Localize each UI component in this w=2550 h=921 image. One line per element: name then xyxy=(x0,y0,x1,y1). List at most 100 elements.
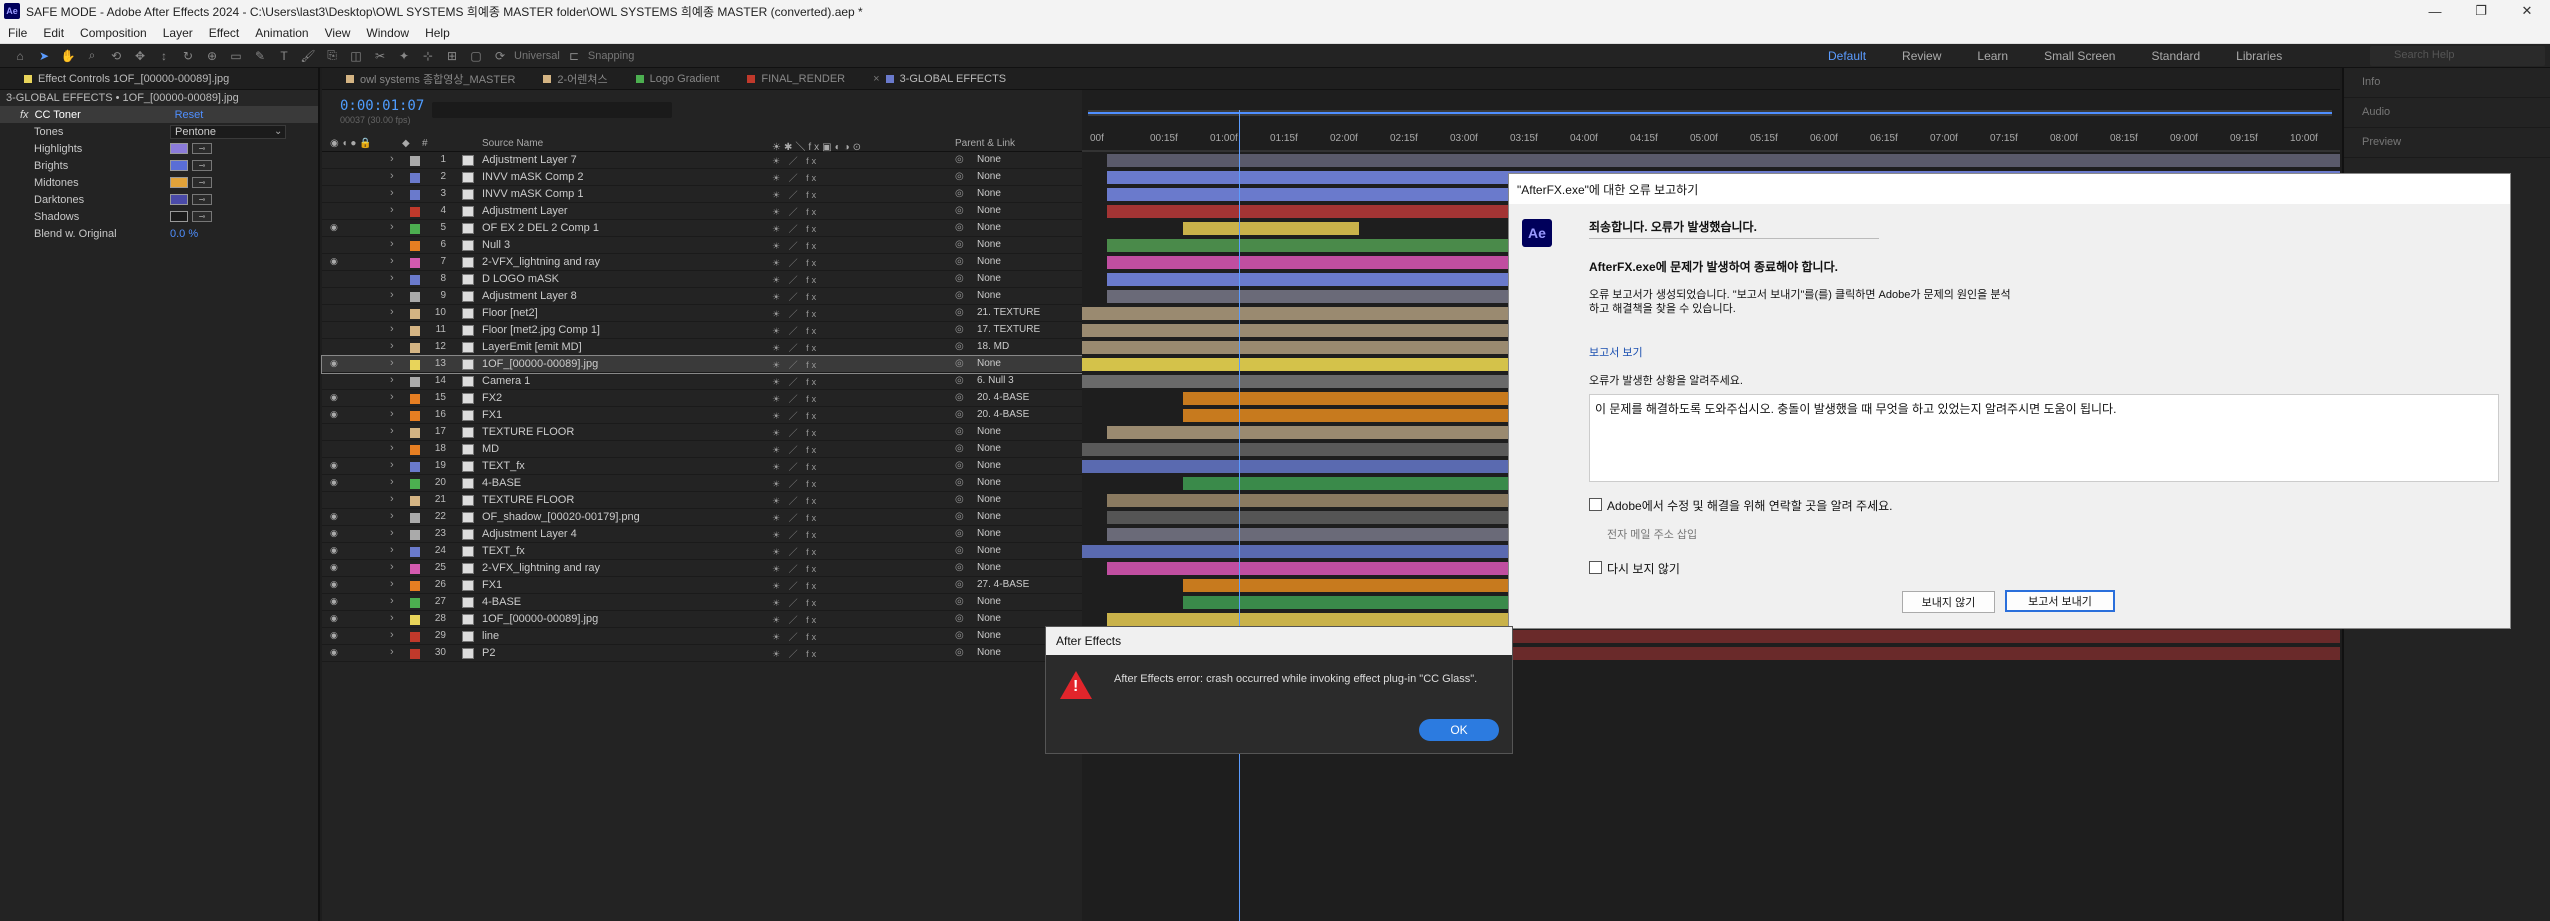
expand-chevron-icon[interactable]: › xyxy=(390,255,394,267)
label-color-swatch[interactable] xyxy=(410,462,420,472)
dont-show-checkbox[interactable] xyxy=(1589,561,1602,574)
layer-name[interactable]: Camera 1 xyxy=(482,375,530,387)
layer-name[interactable]: 2-VFX_lightning and ray xyxy=(482,562,600,574)
view-axis-icon[interactable]: ▢ xyxy=(466,47,486,65)
layer-row[interactable]: ◉ › 29 line ☀ ／ fx ◎ None xyxy=(322,628,1082,645)
layer-switches-icons[interactable]: ☀ ／ fx xyxy=(772,341,819,354)
parent-pickwhip-icon[interactable]: ◎ xyxy=(955,171,964,182)
label-color-swatch[interactable] xyxy=(410,377,420,387)
rotate-tool-icon[interactable]: ↻ xyxy=(178,47,198,65)
parent-dropdown[interactable]: None xyxy=(977,528,1001,539)
layer-switches-icons[interactable]: ☀ ／ fx xyxy=(772,596,819,609)
color-swatch[interactable] xyxy=(170,211,188,222)
parent-pickwhip-icon[interactable]: ◎ xyxy=(955,290,964,301)
parent-pickwhip-icon[interactable]: ◎ xyxy=(955,205,964,216)
eyedropper-icon[interactable]: ⊸ xyxy=(192,160,212,171)
expand-chevron-icon[interactable]: › xyxy=(390,646,394,658)
parent-pickwhip-icon[interactable]: ◎ xyxy=(955,426,964,437)
visibility-eye-icon[interactable]: ◉ xyxy=(330,256,338,267)
layer-row[interactable]: ◉ › 26 FX1 ☀ ／ fx ◎ 27. 4-BASE xyxy=(322,577,1082,594)
visibility-eye-icon[interactable]: ◉ xyxy=(330,528,338,539)
search-help-input[interactable]: Search Help xyxy=(2370,46,2545,66)
parent-dropdown[interactable]: 18. MD xyxy=(977,341,1009,352)
current-time-indicator[interactable] xyxy=(1239,110,1240,921)
visibility-eye-icon[interactable]: ◉ xyxy=(330,579,338,590)
parent-dropdown[interactable]: 20. 4-BASE xyxy=(977,392,1029,403)
expand-chevron-icon[interactable]: › xyxy=(390,374,394,386)
clone-tool-icon[interactable]: ⎘ xyxy=(322,47,342,65)
parent-dropdown[interactable]: None xyxy=(977,596,1001,607)
parent-dropdown[interactable]: None xyxy=(977,647,1001,658)
menu-composition[interactable]: Composition xyxy=(72,26,155,40)
expand-chevron-icon[interactable]: › xyxy=(390,221,394,233)
snapping-icon[interactable]: ⊏ xyxy=(564,47,584,65)
parent-pickwhip-icon[interactable]: ◎ xyxy=(955,511,964,522)
parent-pickwhip-icon[interactable]: ◎ xyxy=(955,579,964,590)
menu-effect[interactable]: Effect xyxy=(201,26,247,40)
parent-dropdown[interactable]: None xyxy=(977,171,1001,182)
label-color-swatch[interactable] xyxy=(410,530,420,540)
layer-row[interactable]: › 9 Adjustment Layer 8 ☀ ／ fx ◎ None xyxy=(322,288,1082,305)
label-color-swatch[interactable] xyxy=(410,394,420,404)
layer-row[interactable]: › 18 MD ☀ ／ fx ◎ None xyxy=(322,441,1082,458)
parent-dropdown[interactable]: None xyxy=(977,494,1001,505)
tab-comp-2[interactable]: 2-어렌쳐스 xyxy=(529,71,621,87)
label-color-swatch[interactable] xyxy=(410,479,420,489)
parent-dropdown[interactable]: None xyxy=(977,613,1001,624)
parent-dropdown[interactable]: None xyxy=(977,511,1001,522)
parent-dropdown[interactable]: None xyxy=(977,239,1001,250)
expand-chevron-icon[interactable]: › xyxy=(390,595,394,607)
expand-chevron-icon[interactable]: › xyxy=(390,476,394,488)
tab-comp-4[interactable]: FINAL_RENDER xyxy=(733,73,859,85)
tab-comp-1[interactable]: owl systems 종합영상_MASTER xyxy=(332,71,529,87)
layer-row[interactable]: ◉ › 23 Adjustment Layer 4 ☀ ／ fx ◎ None xyxy=(322,526,1082,543)
parent-pickwhip-icon[interactable]: ◎ xyxy=(955,222,964,233)
expand-chevron-icon[interactable]: › xyxy=(390,510,394,522)
layer-duration-bar[interactable] xyxy=(1183,222,1359,235)
parent-pickwhip-icon[interactable]: ◎ xyxy=(955,477,964,488)
layer-switches-icons[interactable]: ☀ ／ fx xyxy=(772,494,819,507)
expand-chevron-icon[interactable]: › xyxy=(390,306,394,318)
type-tool-icon[interactable]: T xyxy=(274,47,294,65)
universal-label[interactable]: Universal xyxy=(514,47,560,65)
layer-switches-icons[interactable]: ☀ ／ fx xyxy=(772,324,819,337)
layer-name[interactable]: P2 xyxy=(482,647,495,659)
parent-dropdown[interactable]: None xyxy=(977,460,1001,471)
orbit-tool-icon[interactable]: ⟲ xyxy=(106,47,126,65)
layer-switches-icons[interactable]: ☀ ／ fx xyxy=(772,511,819,524)
zoom-tool-icon[interactable]: ⌕ xyxy=(82,47,102,65)
parent-pickwhip-icon[interactable]: ◎ xyxy=(955,307,964,318)
layer-switches-icons[interactable]: ☀ ／ fx xyxy=(772,205,819,218)
layer-switches-icons[interactable]: ☀ ／ fx xyxy=(772,375,819,388)
eyedropper-icon[interactable]: ⊸ xyxy=(192,211,212,222)
home-icon[interactable]: ⌂ xyxy=(10,47,30,65)
reset-link[interactable]: Reset xyxy=(175,109,204,121)
layer-switches-icons[interactable]: ☀ ／ fx xyxy=(772,579,819,592)
layer-name[interactable]: 2-VFX_lightning and ray xyxy=(482,256,600,268)
parent-dropdown[interactable]: None xyxy=(977,222,1001,233)
eraser-tool-icon[interactable]: ◫ xyxy=(346,47,366,65)
parent-dropdown[interactable]: 17. TEXTURE xyxy=(977,324,1040,335)
parent-dropdown[interactable]: None xyxy=(977,630,1001,641)
parent-dropdown[interactable]: None xyxy=(977,205,1001,216)
expand-chevron-icon[interactable]: › xyxy=(390,204,394,216)
parent-pickwhip-icon[interactable]: ◎ xyxy=(955,358,964,369)
parent-pickwhip-icon[interactable]: ◎ xyxy=(955,630,964,641)
layer-switches-icons[interactable]: ☀ ／ fx xyxy=(772,443,819,456)
expand-chevron-icon[interactable]: › xyxy=(390,527,394,539)
layer-switches-icons[interactable]: ☀ ／ fx xyxy=(772,290,819,303)
parent-pickwhip-icon[interactable]: ◎ xyxy=(955,647,964,658)
label-color-swatch[interactable] xyxy=(410,360,420,370)
layer-name[interactable]: Null 3 xyxy=(482,239,510,251)
layer-name[interactable]: D LOGO mASK xyxy=(482,273,559,285)
parent-dropdown[interactable]: 20. 4-BASE xyxy=(977,409,1029,420)
layer-name[interactable]: Adjustment Layer 7 xyxy=(482,154,577,166)
visibility-eye-icon[interactable]: ◉ xyxy=(330,409,338,420)
layer-row[interactable]: › 21 TEXTURE FLOOR ☀ ／ fx ◎ None xyxy=(322,492,1082,509)
layer-switches-icons[interactable]: ☀ ／ fx xyxy=(772,460,819,473)
expand-chevron-icon[interactable]: › xyxy=(390,170,394,182)
layer-name[interactable]: FX1 xyxy=(482,579,502,591)
layer-row[interactable]: › 1 Adjustment Layer 7 ☀ ／ fx ◎ None xyxy=(322,152,1082,169)
expand-chevron-icon[interactable]: › xyxy=(390,425,394,437)
visibility-eye-icon[interactable]: ◉ xyxy=(330,222,338,233)
